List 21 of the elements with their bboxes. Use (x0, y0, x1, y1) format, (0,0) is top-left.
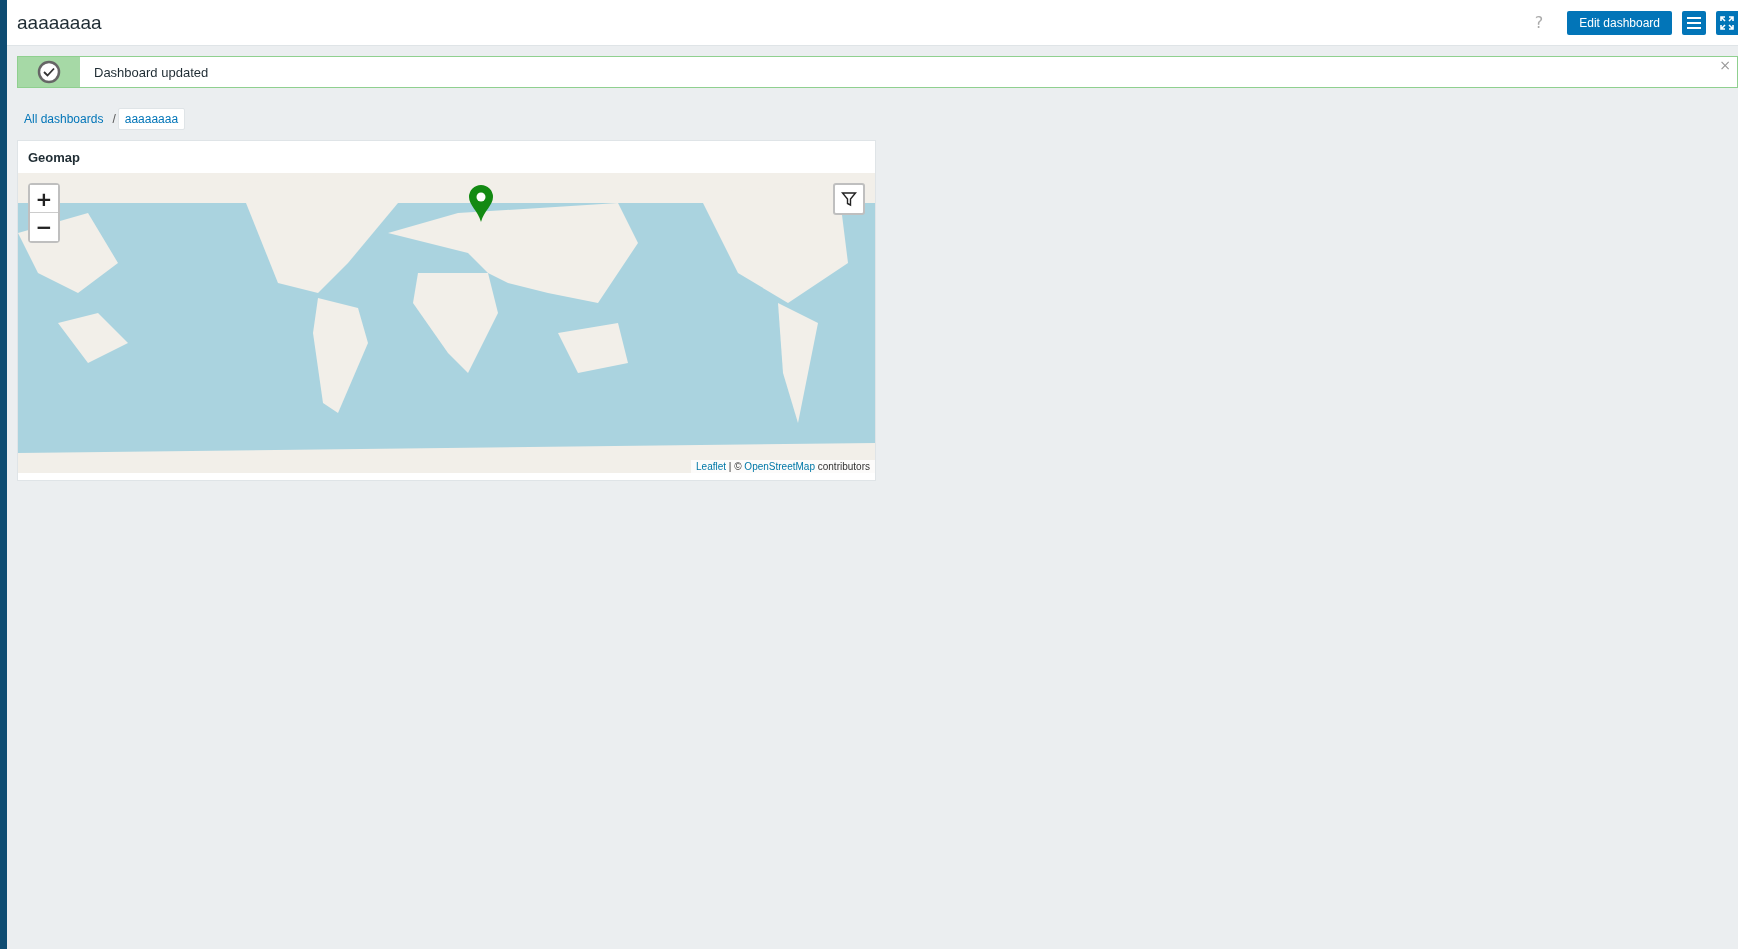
attribution-link[interactable]: OpenStreetMap (744, 461, 815, 472)
breadcrumb-separator: / (112, 112, 116, 126)
message-text: Dashboard updated (94, 64, 210, 80)
widget-title: Geomap (27, 148, 81, 167)
filter-icon (841, 191, 857, 207)
breadcrumb-link[interactable]: All dashboards (17, 108, 111, 130)
close-button[interactable]: × (1719, 57, 1731, 73)
fullscreen-button[interactable] (1716, 10, 1738, 35)
map-pin-icon[interactable] (468, 185, 494, 223)
edit-dashboard-button[interactable]: Edit dashboard (1567, 10, 1672, 35)
attribution-text: contributors (816, 461, 870, 472)
attribution-text: | © (727, 461, 743, 472)
filter-button[interactable] (833, 183, 865, 215)
attribution-link[interactable]: Leaflet (696, 461, 727, 472)
expand-icon (1720, 15, 1734, 30)
menu-icon (1687, 16, 1701, 29)
zoom-in-button[interactable]: + (30, 185, 58, 213)
check-icon (37, 60, 61, 84)
dashboard-title: aaaaaaaa (17, 11, 103, 34)
menu-button[interactable] (1682, 10, 1706, 35)
breadcrumb-link[interactable]: aaaaaaaa (117, 108, 186, 130)
